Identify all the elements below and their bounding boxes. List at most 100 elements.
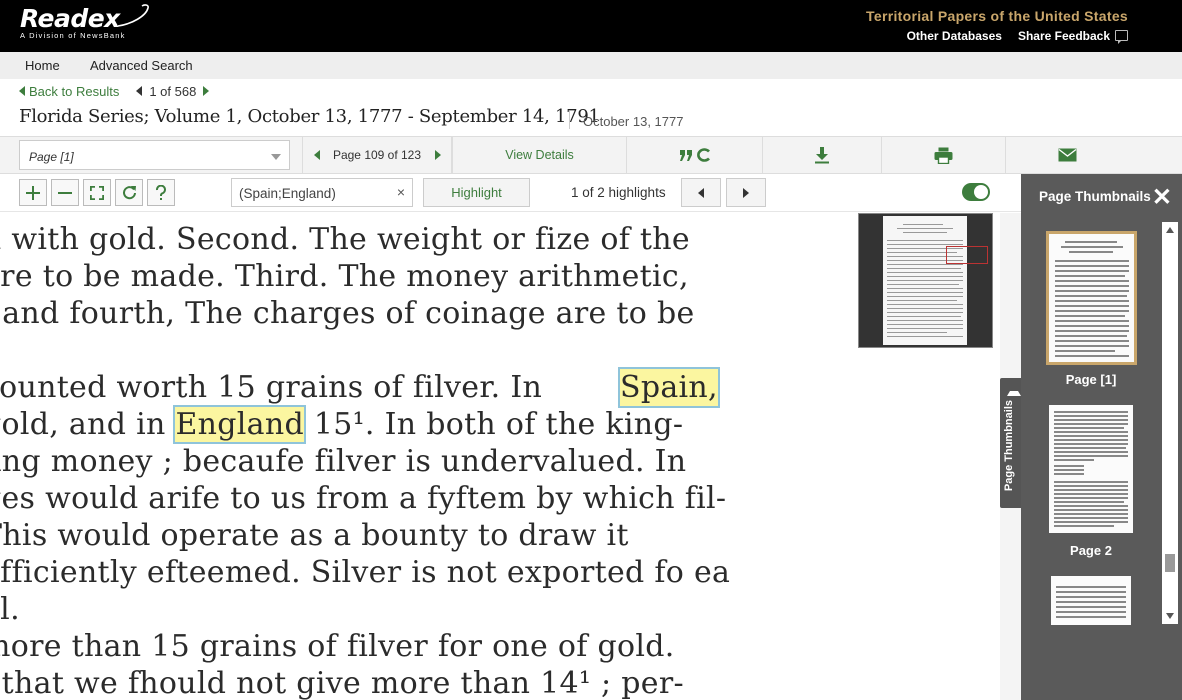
- thumbnail-page-1[interactable]: [1046, 231, 1137, 365]
- scan-line-8: ges would arife to us from a fyftem by w…: [0, 481, 727, 516]
- fit-page-button[interactable]: [83, 179, 111, 206]
- highlight-hit-spain[interactable]: Spain,: [618, 366, 720, 409]
- brand-tagline: A Division of NewsBank: [20, 31, 126, 40]
- page-select[interactable]: Page [1]: [19, 140, 290, 170]
- next-page-icon[interactable]: [435, 150, 441, 160]
- prev-result-icon[interactable]: [136, 86, 143, 96]
- document-title: Florida Series; Volume 1, October 13, 17…: [19, 106, 600, 127]
- minimap-page: [883, 216, 988, 345]
- page-thumbnails-tab[interactable]: Page Thumbnails: [1000, 378, 1021, 508]
- highlight-hit-england[interactable]: England: [173, 405, 306, 444]
- title-divider: [569, 111, 570, 129]
- search-input-value: (Spain;England): [239, 186, 336, 201]
- chevron-down-icon: [271, 154, 281, 160]
- page-thumbnails-tab-label: Page Thumbnails: [1003, 400, 1015, 492]
- thumbnail-page-3[interactable]: [1051, 576, 1131, 625]
- thumbnail-page-2[interactable]: [1049, 405, 1133, 533]
- nav-advanced-search[interactable]: Advanced Search: [90, 58, 193, 73]
- email-icon: [1058, 148, 1076, 162]
- thumbnail-panel-title: Page Thumbnails: [1039, 189, 1151, 204]
- question-icon: [156, 184, 166, 200]
- thumbnail-label-page-2: Page 2: [1070, 543, 1112, 558]
- scrollbar-thumb[interactable]: [1165, 554, 1175, 572]
- next-highlight-icon: [743, 187, 749, 198]
- document-toolbar: Page [1] Page 109 of 123 View Details: [0, 136, 1182, 174]
- prev-highlight-icon: [698, 187, 704, 198]
- scan-line-5: counted worth 15 grains of filver. In Sp…: [0, 366, 720, 409]
- back-arrow-icon: [19, 86, 25, 96]
- prev-highlight-button[interactable]: [681, 178, 721, 207]
- rotate-icon: [122, 186, 136, 200]
- highlight-button-label: Highlight: [451, 185, 502, 200]
- logo-swoosh-icon: [117, 4, 149, 27]
- scan-line-13: , that we fhould not give more than 14¹ …: [0, 666, 684, 700]
- thumbnail-scrollbar[interactable]: [1162, 222, 1178, 624]
- cite-button[interactable]: [626, 137, 762, 173]
- scan-line-3: ; and fourth, The charges of coinage are…: [0, 296, 695, 331]
- download-button[interactable]: [762, 137, 881, 173]
- top-header: Readex A Division of NewsBank Territoria…: [0, 0, 1182, 52]
- result-position: 1 of 568: [149, 83, 197, 99]
- thumbnail-list[interactable]: Page [1] Page 2: [1021, 222, 1182, 700]
- breadcrumb: Back to Results 1 of 568: [19, 83, 210, 99]
- print-icon: [934, 147, 953, 164]
- page-navigator: Page 109 of 123: [302, 137, 452, 173]
- thumbnail-label-page-1: Page [1]: [1065, 372, 1117, 387]
- share-feedback-label: Share Feedback: [1017, 29, 1110, 43]
- close-icon[interactable]: ✕: [1152, 183, 1172, 212]
- plus-icon: [26, 185, 40, 200]
- scan-line-7: ling money ; becaufe filver is undervalu…: [0, 444, 687, 479]
- scan-line-9: This would operate as a bounty to draw i…: [0, 518, 629, 553]
- rotate-button[interactable]: [115, 179, 143, 206]
- view-details-label: View Details: [505, 148, 574, 162]
- scroll-up-icon[interactable]: [1166, 227, 1174, 233]
- scan-line-6: gold, and in England 15¹. In both of the…: [0, 405, 684, 444]
- page-scan-image[interactable]: d with gold. Second. The weight or fize …: [0, 213, 730, 700]
- scan-line-6-text: gold, and in: [0, 407, 166, 442]
- clear-icon[interactable]: ×: [397, 184, 405, 200]
- navigator-minimap[interactable]: [858, 213, 993, 348]
- highlight-search-input[interactable]: (Spain;England) ×: [231, 178, 413, 207]
- page-nav-label: Page 109 of 123: [332, 148, 422, 162]
- feedback-icon: [1115, 30, 1128, 44]
- scan-line-2: are to be made. Third. The money arithme…: [0, 259, 689, 294]
- scan-line-6-rest: 15¹. In both of the king-: [313, 407, 684, 442]
- zoom-in-button[interactable]: [19, 179, 47, 206]
- document-viewer[interactable]: d with gold. Second. The weight or fize …: [0, 213, 1000, 700]
- scan-line-1: d with gold. Second. The weight or fize …: [0, 222, 690, 257]
- prev-page-icon[interactable]: [314, 150, 320, 160]
- minus-icon: [58, 191, 72, 194]
- scroll-down-icon[interactable]: [1166, 613, 1174, 619]
- highlight-button[interactable]: Highlight: [423, 178, 530, 207]
- print-button[interactable]: [881, 137, 1005, 173]
- viewer-controls: (Spain;England) × Highlight 1 of 2 highl…: [0, 174, 1021, 212]
- minimap-viewport-frame[interactable]: [946, 246, 988, 264]
- scan-line-12: more than 15 grains of filver for one of…: [0, 629, 675, 664]
- cite-icon: [679, 148, 710, 162]
- thumbnail-panel: Page Thumbnails ✕ Page [1] Page 2: [1021, 174, 1182, 700]
- header-links: Other Databases Share Feedback: [907, 29, 1128, 44]
- nav-home[interactable]: Home: [25, 58, 60, 73]
- fullscreen-icon: [90, 185, 104, 200]
- back-to-results-link[interactable]: Back to Results: [29, 84, 119, 99]
- scan-line-5-text: counted worth 15 grains of filver. In: [0, 370, 543, 405]
- download-icon: [815, 147, 829, 164]
- document-date: October 13, 1777: [583, 114, 684, 129]
- tab-arrow-icon: [1007, 391, 1021, 396]
- brand-name: Readex: [20, 4, 120, 33]
- readex-logo[interactable]: Readex A Division of NewsBank: [20, 4, 149, 40]
- help-button[interactable]: [147, 179, 175, 206]
- main-nav: Home Advanced Search: [0, 52, 1182, 79]
- highlight-toggle[interactable]: [962, 183, 990, 201]
- email-button[interactable]: [1005, 137, 1128, 173]
- view-details-button[interactable]: View Details: [452, 137, 626, 173]
- highlight-counter: 1 of 2 highlights: [571, 185, 666, 200]
- next-result-icon[interactable]: [203, 86, 210, 96]
- page-select-value: Page [1]: [29, 150, 74, 164]
- scan-line-10: afficiently efteemed. Silver is not expo…: [0, 555, 730, 590]
- site-title: Territorial Papers of the United States: [866, 8, 1128, 24]
- next-highlight-button[interactable]: [726, 178, 766, 207]
- zoom-out-button[interactable]: [51, 179, 79, 206]
- other-databases-link[interactable]: Other Databases: [907, 29, 1002, 43]
- share-feedback-link[interactable]: Share Feedback: [1017, 29, 1128, 44]
